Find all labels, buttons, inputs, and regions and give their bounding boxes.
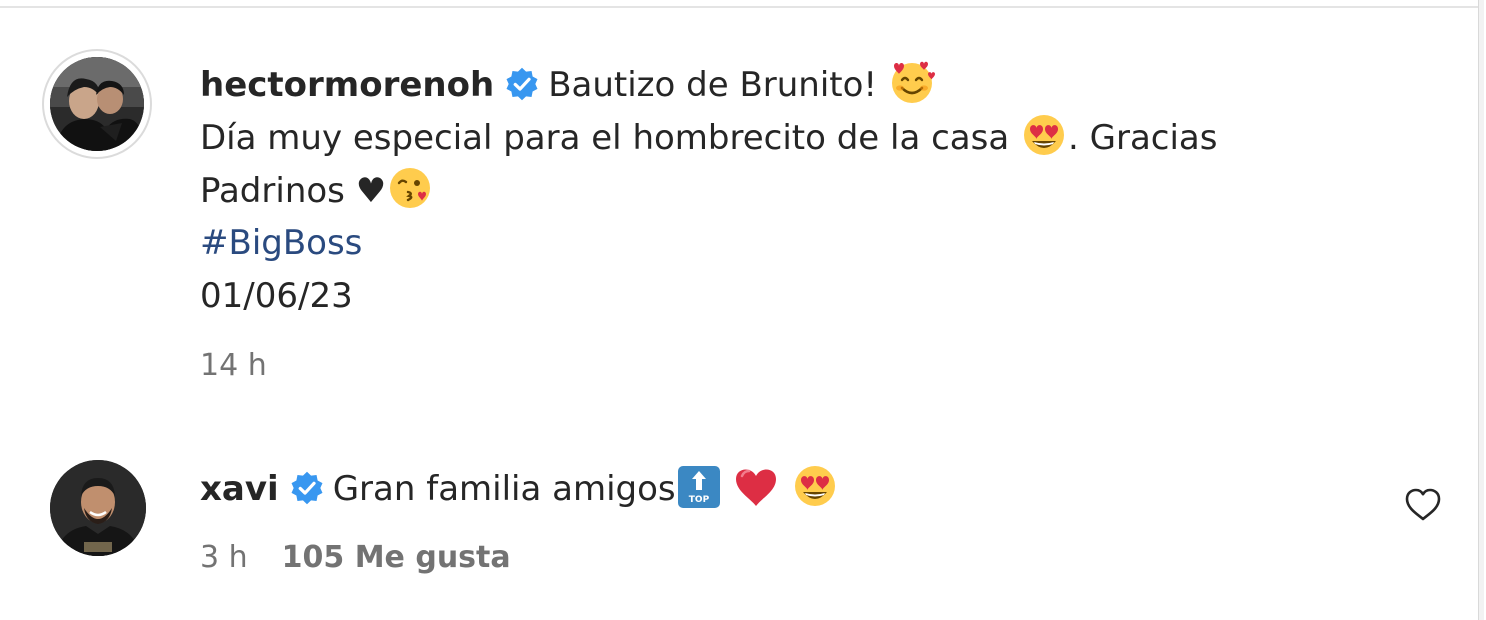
verified-badge-icon — [504, 65, 540, 101]
caption-line-1: hectormorenoh Bautizo de Brunito! — [200, 58, 1430, 111]
caption-line-3: Padrinos ♥ — [200, 164, 1430, 217]
caption-date: 01/06/23 — [200, 276, 353, 316]
caption-line-4: #BigBoss — [200, 217, 1430, 270]
top-arrow-icon: TOP — [676, 464, 722, 510]
hashtag-link[interactable]: #BigBoss — [200, 223, 362, 263]
caption-line-5: 01/06/23 — [200, 270, 1430, 323]
comment-likes[interactable]: 105 Me gusta — [282, 540, 511, 575]
caption-body-1: Día muy especial para el hombrecito de l… — [200, 118, 1010, 158]
face-blowing-kiss-icon — [386, 164, 434, 212]
post-caption: hectormorenoh Bautizo de Brunito! Día muy… — [200, 58, 1430, 323]
avatar-hectormorenoh[interactable] — [50, 57, 144, 151]
comments-panel: hectormorenoh Bautizo de Brunito! Día muy… — [0, 0, 1486, 620]
caption-timestamp[interactable]: 14 h — [200, 348, 267, 383]
comment-username[interactable]: xavi — [200, 469, 279, 509]
caption-meta: 14 h — [200, 348, 267, 383]
caption-line-2: Día muy especial para el hombrecito de l… — [200, 111, 1430, 164]
smiling-face-with-hearts-icon — [888, 58, 936, 106]
svg-text:TOP: TOP — [688, 495, 709, 505]
caption-body-1-tail: . Gracias — [1068, 118, 1218, 158]
red-heart-icon — [732, 462, 780, 510]
caption-body-2: Padrinos ♥ — [200, 171, 387, 211]
heart-eyes-icon — [1020, 111, 1068, 159]
comment-body: xavi Gran familia amigos TOP — [200, 462, 839, 516]
verified-badge-icon — [289, 469, 325, 505]
avatar-xavi[interactable] — [50, 460, 146, 556]
heart-outline-icon — [1405, 488, 1441, 521]
comment-timestamp[interactable]: 3 h — [200, 540, 248, 575]
comment-text: Gran familia amigos — [332, 469, 676, 509]
comment-meta: 3 h 105 Me gusta — [200, 540, 511, 575]
top-divider — [0, 6, 1478, 8]
caption-title: Bautizo de Brunito! — [548, 65, 878, 105]
scrollbar[interactable] — [1478, 0, 1484, 620]
caption-username[interactable]: hectormorenoh — [200, 65, 494, 105]
like-comment-button[interactable] — [1404, 486, 1442, 524]
heart-eyes-icon — [791, 462, 839, 510]
